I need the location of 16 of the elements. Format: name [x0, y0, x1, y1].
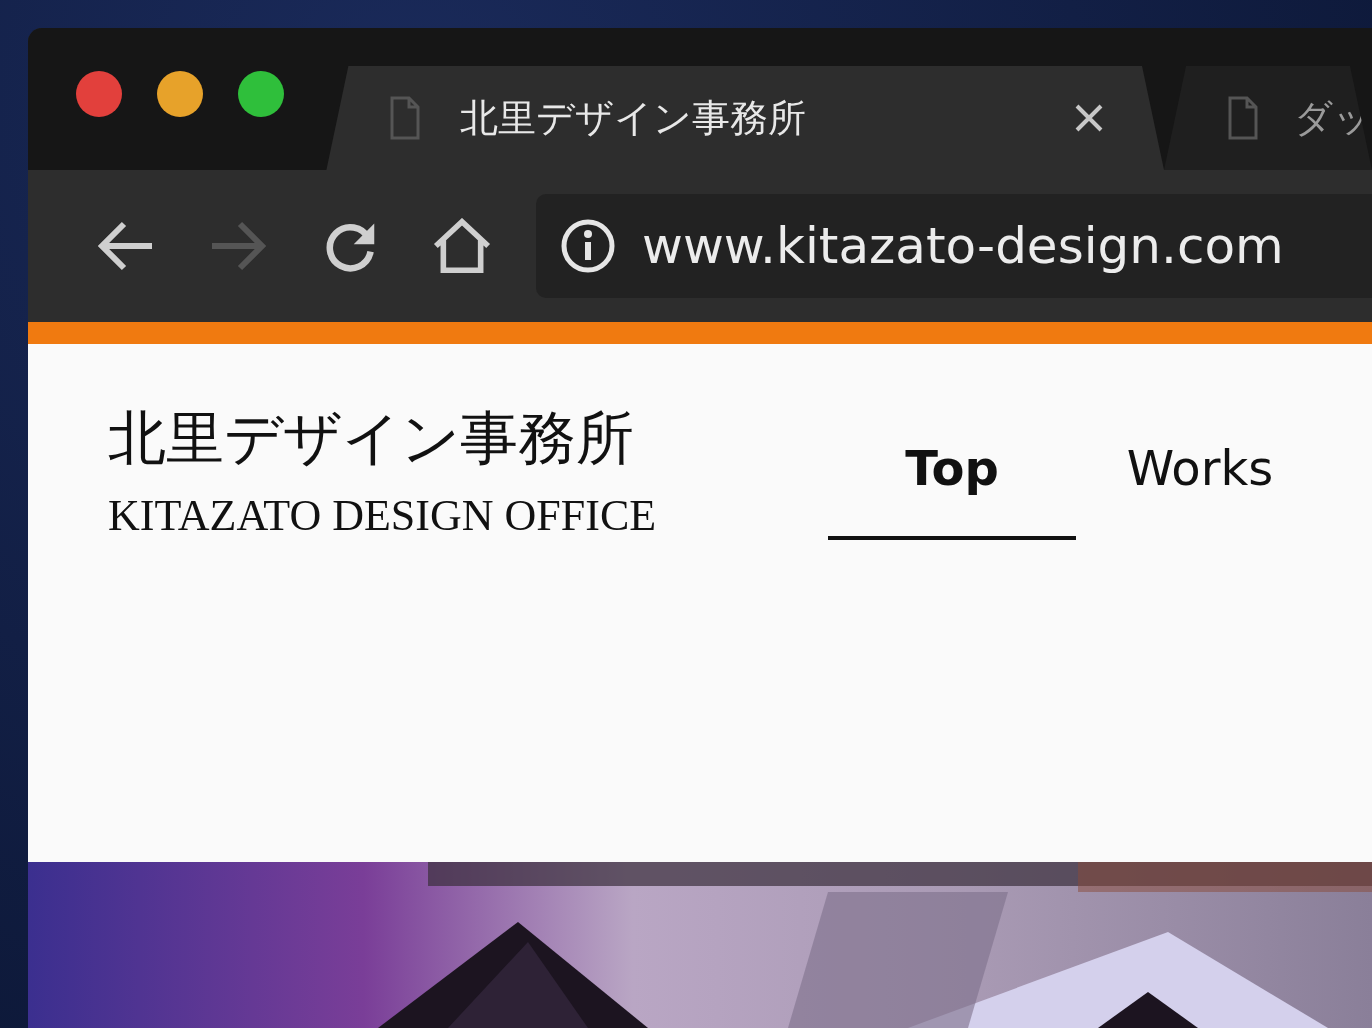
address-bar[interactable]: www.kitazato-design.com [536, 194, 1372, 298]
minimize-window-button[interactable] [157, 71, 203, 117]
close-window-button[interactable] [76, 71, 122, 117]
nav-link[interactable]: Top [828, 430, 1076, 540]
browser-tab[interactable]: 北里デザイン事務所 [326, 66, 1164, 170]
document-icon [1228, 96, 1258, 140]
document-icon [390, 96, 421, 140]
close-icon[interactable] [1074, 103, 1104, 133]
url-text: www.kitazato-design.com [642, 217, 1284, 275]
home-icon[interactable] [432, 218, 492, 274]
info-icon[interactable] [560, 218, 616, 274]
tab-title: 北里デザイン事務所 [460, 94, 808, 142]
site-subtitle: KITAZATO DESIGN OFFICE [108, 490, 658, 541]
zoom-window-button[interactable] [238, 71, 284, 117]
nav-link[interactable]: Works [1076, 430, 1324, 540]
site-title: 北里デザイン事務所 [108, 403, 635, 474]
